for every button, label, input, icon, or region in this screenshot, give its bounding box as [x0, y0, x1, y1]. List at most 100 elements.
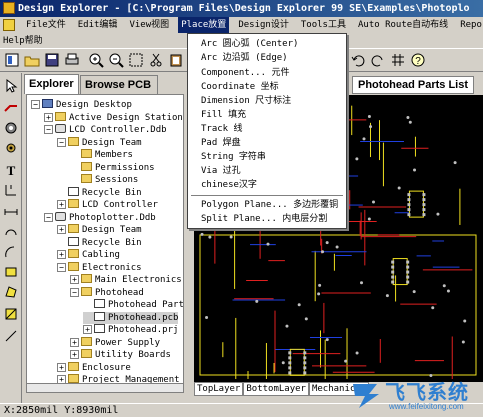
menu-item-split-plane[interactable]: Split Plane... 内电层分割 [201, 213, 327, 225]
zoom-out-icon[interactable] [108, 52, 124, 68]
menu-item-polygon-plane[interactable]: Polygon Plane... 多边形覆铜 [201, 199, 338, 211]
menu-item-arc-center[interactable]: Arc 圆心弧 (Center) [201, 38, 298, 50]
tree-item[interactable]: − Photohead [70, 286, 144, 299]
tree-item[interactable]: Recycle Bin [57, 236, 142, 249]
layer-tab-top[interactable]: TopLayer [194, 382, 244, 396]
polygon-icon[interactable] [4, 285, 18, 299]
pad-icon[interactable] [4, 121, 18, 135]
menu-item-pad[interactable]: Pad 焊盘 [201, 137, 241, 149]
design-manager-icon[interactable] [4, 52, 20, 68]
tree-item-label: Permissions [95, 162, 155, 173]
tree-item[interactable]: + Cabling [57, 249, 120, 261]
expand-icon[interactable]: + [83, 325, 92, 334]
tree-item[interactable]: + Power Supply [70, 336, 160, 349]
menu-item-track[interactable]: Track 线 [201, 123, 243, 135]
menu-edit[interactable]: Edit编辑 [75, 17, 121, 33]
collapse-icon[interactable]: − [70, 287, 79, 297]
via-icon[interactable] [4, 141, 18, 155]
tree-horizontal-scrollbar[interactable] [26, 383, 184, 393]
line-icon[interactable] [4, 329, 18, 343]
zoom-area-icon[interactable] [128, 52, 144, 68]
collapse-icon[interactable]: − [44, 212, 53, 222]
coordinate-icon[interactable] [4, 183, 18, 197]
text-icon[interactable]: T [4, 163, 18, 177]
tree-item[interactable]: − Electronics [57, 261, 142, 274]
tree-item[interactable]: Recycle Bin [57, 186, 142, 199]
menu-item-string[interactable]: String 字符串 [201, 151, 266, 163]
menu-item-arc-edge[interactable]: Arc 边沿弧 (Edge) [201, 52, 288, 64]
menu-design[interactable]: Design设计 [235, 17, 292, 33]
tree-item[interactable]: − Design Desktop [31, 99, 132, 111]
pcb-via [408, 120, 412, 124]
tree-item[interactable]: Photohead.pcb [83, 311, 179, 324]
expand-icon[interactable]: + [57, 362, 66, 372]
system-menu-icon[interactable] [3, 19, 15, 31]
expand-icon[interactable]: + [57, 225, 66, 234]
pcb-via [442, 284, 446, 288]
tree-item[interactable]: Sessions [70, 174, 138, 186]
menu-item-chinese[interactable]: chinese汉字 [201, 179, 257, 191]
menu-item-fill[interactable]: Fill 填充 [201, 109, 246, 121]
menu-auto-route[interactable]: Auto Route自动布线 [355, 17, 451, 33]
menu-tools[interactable]: Tools工具 [298, 17, 349, 33]
tree-item[interactable]: + Utility Boards [70, 349, 171, 361]
print-icon[interactable] [64, 52, 80, 68]
tree-item[interactable]: + Photohead.prj [83, 324, 178, 336]
tab-explorer[interactable]: Explorer [24, 74, 79, 94]
collapse-icon[interactable]: − [57, 137, 66, 147]
menu-item-via[interactable]: Via 过孔 [201, 165, 241, 177]
tree-item[interactable]: + LCD Controller [57, 199, 158, 211]
recycle-bin-icon [68, 186, 79, 196]
tab-browse-pcb[interactable]: Browse PCB [80, 75, 158, 94]
expand-icon[interactable]: + [70, 350, 79, 359]
zoom-in-icon[interactable] [88, 52, 104, 68]
tree-item-label: Design Team [82, 137, 142, 148]
explorer-tree: − Design Desktop + Active Design Stations − L… [26, 94, 184, 384]
tree-item[interactable]: − Photoplotter.Ddb [44, 211, 156, 224]
menu-view[interactable]: View视图 [126, 17, 172, 33]
tree-item[interactable]: Permissions [70, 161, 155, 174]
menu-item-component[interactable]: Component... 元件 [201, 67, 289, 79]
help-icon[interactable]: ? [410, 52, 426, 68]
undo-icon[interactable] [350, 52, 366, 68]
arc-edge-icon[interactable] [4, 245, 18, 259]
expand-icon[interactable]: + [70, 275, 79, 284]
grid-icon[interactable] [390, 52, 406, 68]
pointer-icon[interactable] [4, 79, 18, 93]
dimension-icon[interactable] [4, 205, 18, 219]
layer-tab-bottom[interactable]: BottomLayer [243, 382, 309, 396]
paste-icon[interactable] [168, 52, 184, 68]
menu-reports[interactable]: Reports报 [457, 17, 483, 33]
menu-item-dimension[interactable]: Dimension 尺寸标注 [201, 95, 291, 107]
tree-item-label: LCD Controller [82, 200, 158, 210]
tree-item[interactable]: Members [70, 149, 133, 161]
split-plane-icon[interactable] [4, 307, 18, 321]
collapse-icon[interactable]: − [57, 262, 66, 272]
menu-place[interactable]: Place放置 [178, 17, 230, 33]
pcb-pad [422, 198, 426, 202]
tree-item[interactable]: + Active Design Stations [44, 111, 183, 124]
menu-help[interactable]: Help帮助 [0, 34, 46, 48]
save-icon[interactable] [44, 52, 60, 68]
tree-item[interactable]: + Main Electronics [70, 274, 182, 286]
expand-icon[interactable]: + [44, 112, 53, 122]
tab-photohead-parts-list[interactable]: Photohead Parts List [352, 76, 475, 94]
expand-icon[interactable]: + [57, 250, 66, 259]
menu-item-coordinate[interactable]: Coordinate 坐标 [201, 81, 279, 93]
tree-item[interactable]: − LCD Controller.Ddb [44, 124, 167, 136]
menu-file[interactable]: File文件 [23, 17, 69, 33]
arc-center-icon[interactable] [4, 225, 18, 239]
expand-icon[interactable]: + [70, 337, 79, 347]
route-icon[interactable] [4, 99, 18, 113]
open-icon[interactable] [24, 52, 40, 68]
redo-icon[interactable] [370, 52, 386, 68]
tree-item[interactable]: + Design Team [57, 224, 142, 236]
fill-icon[interactable] [4, 265, 18, 279]
tree-item[interactable]: Photohead Part [83, 299, 183, 311]
expand-icon[interactable]: + [57, 200, 66, 209]
tree-item[interactable]: + Enclosure [57, 361, 131, 374]
tree-item[interactable]: − Design Team [57, 136, 142, 149]
cut-icon[interactable] [148, 52, 164, 68]
collapse-icon[interactable]: − [44, 125, 53, 134]
collapse-icon[interactable]: − [31, 100, 40, 109]
